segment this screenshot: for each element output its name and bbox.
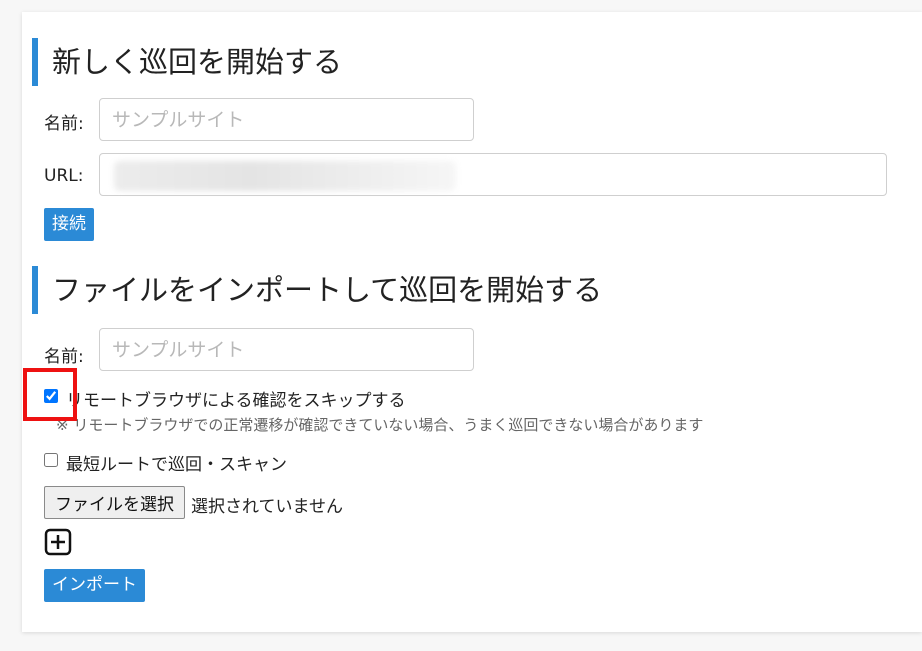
file-status-text: 選択されていません	[191, 497, 343, 517]
highlight-box	[23, 368, 77, 421]
connect-button[interactable]: 接続	[44, 208, 94, 241]
section-heading-new-crawl: 新しく巡回を開始する	[32, 38, 342, 86]
redacted-url-text	[114, 161, 456, 191]
site-name-input[interactable]	[99, 98, 474, 141]
section-heading-import-crawl: ファイルをインポートして巡回を開始する	[32, 266, 602, 314]
skip-remote-note: ※ リモートブラウザでの正常遷移が確認できていない場合、うまく巡回できない場合が…	[56, 416, 704, 434]
shortest-route-label: 最短ルートで巡回・スキャン	[66, 455, 287, 475]
plus-square-icon[interactable]	[44, 528, 72, 556]
import-button[interactable]: インポート	[44, 569, 145, 602]
import-name-label: 名前:	[44, 347, 84, 367]
shortest-route-checkbox[interactable]	[44, 453, 58, 467]
name-label: 名前:	[44, 114, 84, 134]
import-site-name-input[interactable]	[99, 328, 474, 371]
skip-remote-check-label: リモートブラウザによる確認をスキップする	[66, 391, 406, 411]
url-label: URL:	[44, 166, 84, 186]
main-card: 新しく巡回を開始する 名前: URL: 接続 ファイルをインポートして巡回を開始…	[22, 12, 922, 632]
choose-file-button[interactable]: ファイルを選択	[44, 486, 185, 519]
